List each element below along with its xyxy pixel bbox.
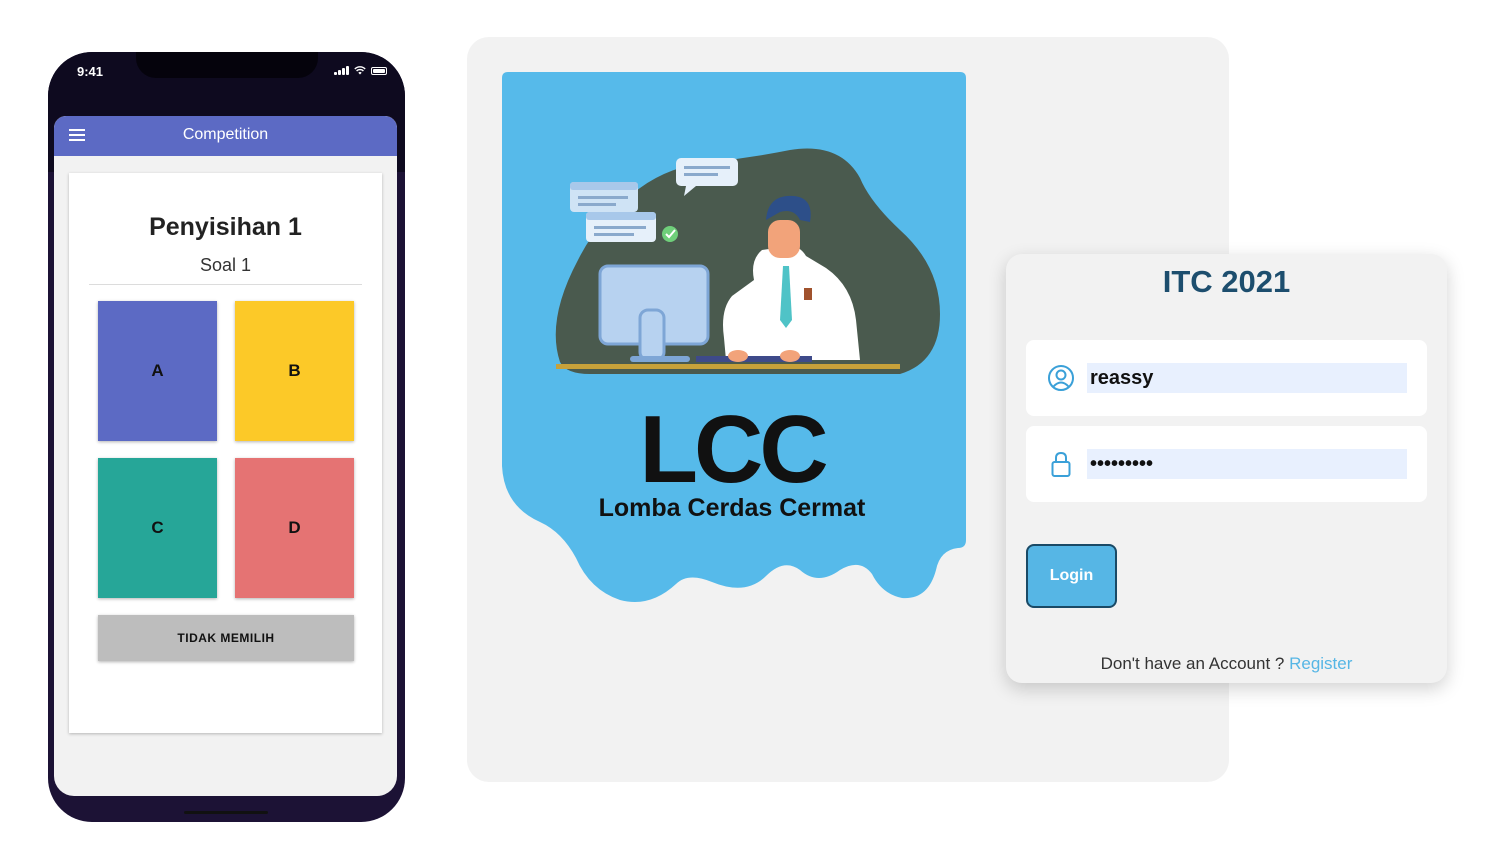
desk-line [556, 364, 900, 369]
status-time: 9:41 [77, 64, 104, 79]
register-prompt-text: Don't have an Account ? [1100, 654, 1290, 673]
answer-option-d[interactable]: D [235, 458, 354, 598]
status-icons [334, 65, 387, 75]
login-card: ITC 2021 Login Don't have an Account ? R… [1006, 254, 1447, 683]
login-title: ITC 2021 [1162, 264, 1291, 299]
card-divider [89, 284, 362, 285]
login-button[interactable]: Login [1026, 544, 1117, 608]
question-card: Penyisihan 1 Soal 1 A B C D TIDAK MEMILI… [69, 173, 382, 733]
home-indicator [184, 811, 268, 814]
password-input[interactable] [1087, 449, 1407, 479]
skip-answer-button[interactable]: TIDAK MEMILIH [98, 615, 354, 661]
answer-option-b[interactable]: B [235, 301, 354, 441]
wifi-icon [354, 66, 366, 75]
register-prompt: Don't have an Account ? Register [1006, 654, 1447, 674]
username-field [1026, 340, 1427, 416]
password-field [1026, 426, 1427, 502]
answer-option-a[interactable]: A [98, 301, 217, 441]
round-title: Penyisihan 1 [149, 213, 302, 241]
logo-acronym: LCC [639, 396, 826, 503]
app-screen: Competition Penyisihan 1 Soal 1 A B C D … [54, 116, 397, 796]
logo-full-name: Lomba Cerdas Cermat [599, 494, 866, 522]
user-circle-icon [1048, 365, 1074, 391]
register-link[interactable]: Register [1289, 654, 1352, 673]
phone-mockup: 9:41 Competition Penyisihan 1 Soal 1 A B… [48, 52, 405, 822]
username-input[interactable] [1087, 363, 1407, 393]
answer-option-c[interactable]: C [98, 458, 217, 598]
app-bar: Competition [54, 116, 397, 156]
lock-icon [1051, 451, 1071, 477]
lcc-logo-illustration: LCC Lomba Cerdas Cermat [502, 72, 966, 602]
battery-icon [371, 67, 387, 75]
question-label: Soal 1 [199, 255, 252, 275]
check-icon [662, 226, 678, 242]
phone-notch [136, 52, 318, 78]
app-bar-title: Competition [182, 126, 269, 143]
signal-icon [334, 65, 349, 75]
